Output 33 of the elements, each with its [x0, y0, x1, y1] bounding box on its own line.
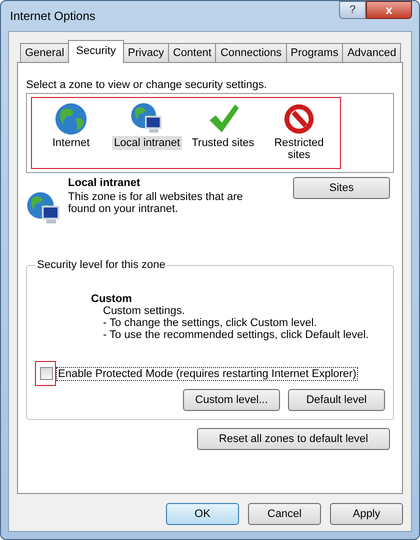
level-description: - To use the recommended settings, click Default level. [102, 329, 370, 341]
dialog-button[interactable]: Apply [330, 503, 403, 525]
tab[interactable]: Programs [286, 43, 344, 62]
tab[interactable]: Advanced [342, 43, 402, 62]
globe-icon [54, 102, 88, 136]
window-title: Internet Options [9, 9, 96, 23]
checkbox[interactable] [40, 367, 53, 380]
zone-item[interactable]: Restricted sites [264, 102, 334, 162]
level-button[interactable]: Default level [288, 389, 385, 411]
tab[interactable]: Privacy [122, 43, 169, 62]
zone-item[interactable]: Internet [36, 102, 106, 162]
level-description: Custom settings. [102, 305, 186, 317]
level-title: Custom [91, 293, 133, 305]
dialog-button[interactable]: OK [166, 503, 239, 525]
close-button[interactable]: x [366, 1, 412, 19]
tab[interactable]: Content [168, 43, 216, 62]
zone-item[interactable]: Trusted sites [188, 102, 258, 162]
zone-description: This zone is for all websites that are found on your intranet. [68, 191, 244, 215]
tab[interactable]: Security [68, 40, 124, 63]
level-button[interactable]: Custom level... [183, 389, 280, 411]
help-button[interactable]: ? [339, 1, 366, 19]
tab[interactable]: General [20, 43, 70, 62]
prohibited-icon [282, 102, 316, 136]
dialog-button[interactable]: Cancel [248, 503, 321, 525]
zone-title: Local intranet [68, 177, 142, 189]
group-label: Security level for this zone [36, 259, 166, 271]
sites-button[interactable]: Sites [293, 177, 390, 199]
level-description: - To change the settings, click Custom level. [102, 317, 318, 329]
instruction-text: Select a zone to view or change security settings. [26, 79, 268, 91]
reset-button[interactable]: Reset all zones to default level [197, 428, 390, 450]
zone-item[interactable]: Local intranet [112, 102, 182, 162]
checkbox-label[interactable]: Enable Protected Mode (requires restarting Internet Explorer) [56, 366, 358, 380]
tab[interactable]: Connections [215, 43, 287, 62]
